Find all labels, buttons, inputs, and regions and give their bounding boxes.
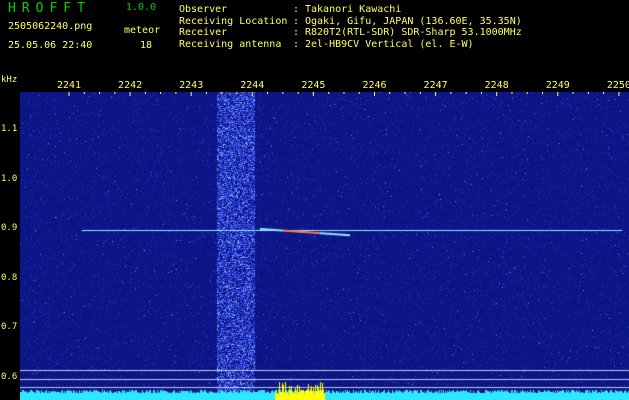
freq-label: 2248 bbox=[484, 80, 509, 91]
freq-label: 2242 bbox=[118, 80, 143, 91]
y-label: 1.1 bbox=[1, 124, 18, 134]
date-time: 25.05.06 22:40 bbox=[8, 40, 93, 51]
frequency-ticks bbox=[68, 92, 620, 96]
info-row-observer: Observer: Takanori Kawachi bbox=[179, 4, 522, 16]
file-name: 2505062240.png bbox=[8, 21, 93, 32]
info-key: Receiver bbox=[179, 27, 228, 39]
freq-label: 2247 bbox=[423, 80, 448, 91]
station-info: Observer: Takanori Kawachi Receiving Loca… bbox=[179, 4, 522, 50]
app-title: HROFFT bbox=[8, 1, 91, 16]
info-sep: : bbox=[293, 15, 300, 27]
freq-label: 2243 bbox=[179, 80, 204, 91]
app-version: 1.0.0 bbox=[126, 2, 157, 13]
info-key: Receiving Location bbox=[179, 15, 288, 27]
info-sep: : bbox=[293, 27, 300, 39]
freq-label: 2244 bbox=[240, 80, 265, 91]
meteor-label: meteor bbox=[124, 25, 161, 36]
y-label: 0.9 bbox=[1, 223, 18, 233]
info-key: Receiving antenna bbox=[179, 38, 282, 50]
info-value: R820T2(RTL-SDR) SDR-Sharp 53.1000MHz bbox=[305, 27, 522, 39]
frequency-axis: 2241 2242 2243 2244 2245 2246 2247 2248 2249 2250 bbox=[0, 80, 629, 92]
info-key: Observer bbox=[179, 4, 228, 15]
y-axis: 1.1 1.0 0.9 0.8 0.7 0.6 bbox=[0, 92, 20, 400]
info-header: HROFFT 1.0.0 2505062240.png meteor 25.05… bbox=[0, 0, 629, 76]
info-row-antenna: Receiving antenna:2el-HB9CV Vertical (el… bbox=[179, 39, 522, 51]
freq-label: 2241 bbox=[56, 80, 82, 91]
info-value: 2el-HB9CV Vertical (el. E-W) bbox=[305, 38, 474, 50]
freq-label: 2250 bbox=[606, 80, 629, 91]
freq-label: 2245 bbox=[301, 80, 326, 91]
info-value: Takanori Kawachi bbox=[305, 4, 402, 15]
freq-label: 2246 bbox=[362, 80, 387, 91]
info-value: Ogaki, Gifu, JAPAN (136.60E, 35.35N) bbox=[305, 15, 522, 27]
spectrogram-canvas bbox=[20, 92, 629, 400]
info-row-receiver: Receiver: R820T2(RTL-SDR) SDR-Sharp 53.10… bbox=[179, 27, 522, 39]
y-label: 1.0 bbox=[1, 173, 18, 184]
meteor-count: 18 bbox=[140, 40, 153, 51]
y-label: 0.6 bbox=[1, 371, 18, 382]
waterfall-display bbox=[20, 92, 629, 400]
info-sep: : bbox=[293, 4, 300, 15]
y-label: 0.7 bbox=[1, 322, 18, 332]
y-label: 0.8 bbox=[1, 272, 18, 283]
info-sep: : bbox=[293, 38, 300, 50]
freq-label: 2249 bbox=[545, 80, 570, 91]
info-row-location: Receiving Location: Ogaki, Gifu, JAPAN (1… bbox=[179, 16, 522, 28]
